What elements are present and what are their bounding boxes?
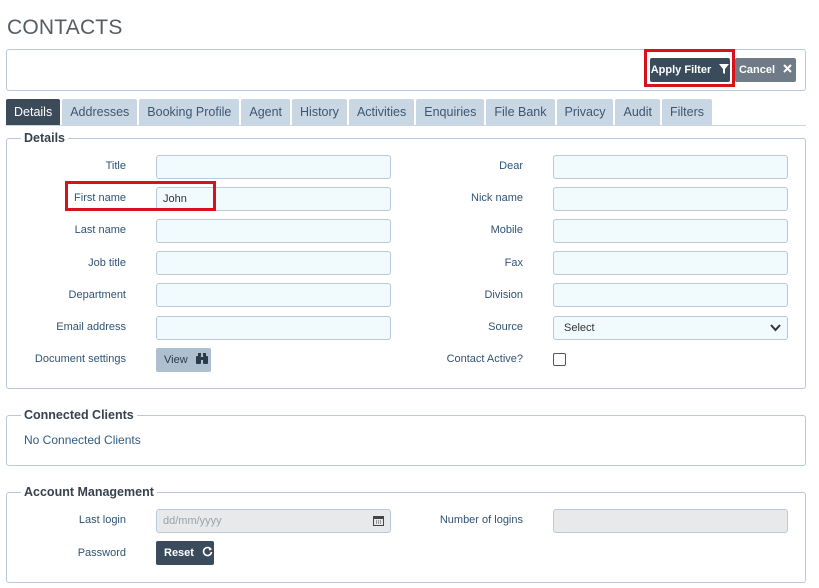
tab-enquiries[interactable]: Enquiries [416, 99, 485, 125]
tab-history[interactable]: History [292, 99, 347, 125]
tabs-divider [6, 125, 806, 126]
refresh-icon [202, 546, 213, 560]
apply-filter-label: Apply Filter [650, 64, 712, 76]
dear-input[interactable] [553, 155, 788, 179]
contact-active-label: Contact Active? [446, 353, 523, 365]
job-title-input[interactable] [156, 251, 391, 275]
account-management-legend: Account Management [21, 485, 157, 499]
details-legend: Details [21, 131, 68, 145]
document-settings-label: Document settings [34, 353, 126, 365]
cancel-label: Cancel [738, 64, 776, 76]
last-login-placeholder: dd/mm/yyyy [163, 515, 222, 527]
first-name-label: First name [74, 192, 126, 204]
source-selected-value: Select [564, 322, 595, 334]
no-connected-clients-text: No Connected Clients [24, 433, 141, 447]
fax-label: Fax [504, 257, 523, 269]
filter-icon [719, 63, 730, 77]
apply-filter-button[interactable]: Apply Filter [650, 58, 730, 82]
job-title-label: Job title [88, 257, 126, 269]
tab-filters[interactable]: Filters [661, 99, 713, 125]
close-icon [783, 64, 792, 76]
tab-privacy[interactable]: Privacy [556, 99, 614, 125]
source-label: Source [488, 321, 523, 333]
tab-audit[interactable]: Audit [615, 99, 660, 125]
reset-button-label: Reset [164, 547, 194, 559]
tab-bar: Details Addresses Booking Profile Agent … [6, 99, 713, 125]
binoculars-icon [195, 353, 208, 367]
password-label: Password [77, 547, 126, 559]
email-label: Email address [56, 321, 126, 333]
last-login-input[interactable]: dd/mm/yyyy [156, 509, 391, 533]
tab-booking-profile[interactable]: Booking Profile [139, 99, 240, 125]
department-input[interactable] [156, 283, 391, 307]
division-input[interactable] [553, 283, 788, 307]
last-name-input[interactable] [156, 219, 391, 243]
reset-password-button[interactable]: Reset [156, 541, 214, 565]
contact-active-checkbox[interactable] [553, 353, 566, 366]
division-label: Division [484, 289, 523, 301]
page-title: CONTACTS [7, 16, 123, 39]
title-label: Title [105, 160, 126, 172]
dear-label: Dear [499, 160, 523, 172]
number-of-logins-label: Number of logins [439, 514, 523, 526]
email-input[interactable] [156, 316, 391, 340]
nick-name-label: Nick name [471, 192, 523, 204]
department-label: Department [68, 289, 126, 301]
tab-addresses[interactable]: Addresses [62, 99, 138, 125]
last-name-label: Last name [74, 224, 126, 236]
tab-agent[interactable]: Agent [241, 99, 291, 125]
cancel-button[interactable]: Cancel [735, 58, 796, 82]
view-button[interactable]: View [156, 348, 211, 372]
nick-name-input[interactable] [553, 187, 788, 211]
view-button-label: View [164, 354, 188, 366]
tab-activities[interactable]: Activities [348, 99, 415, 125]
first-name-input[interactable]: John [156, 187, 391, 211]
mobile-label: Mobile [490, 224, 523, 236]
number-of-logins-input [553, 509, 788, 533]
fax-input[interactable] [553, 251, 788, 275]
source-select[interactable]: Select [553, 316, 788, 340]
chevron-down-icon [770, 322, 781, 336]
connected-clients-legend: Connected Clients [21, 408, 137, 422]
tab-file-bank[interactable]: File Bank [486, 99, 555, 125]
last-login-label: Last login [78, 514, 126, 526]
account-management-section: Account Management [6, 485, 806, 583]
mobile-input[interactable] [553, 219, 788, 243]
title-input[interactable] [156, 155, 391, 179]
tab-details[interactable]: Details [6, 99, 61, 125]
